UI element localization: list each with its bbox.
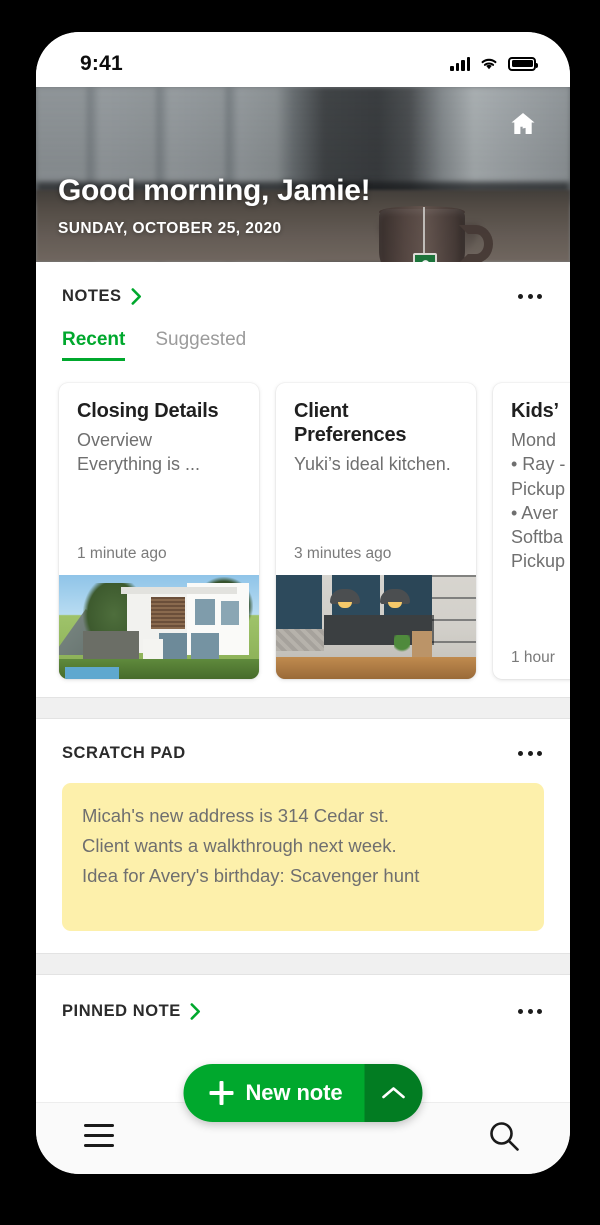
section-divider	[36, 953, 570, 975]
note-card-body: Client Preferences Yuki’s ideal kitchen.	[276, 383, 476, 545]
note-card-snippet: Mond • Ray - Pickup • Aver Softba Pickup	[511, 430, 566, 572]
tab-recent[interactable]: Recent	[62, 329, 126, 361]
search-icon[interactable]	[486, 1118, 522, 1154]
notes-section-title: NOTES	[62, 287, 122, 305]
note-card-timestamp: 1 hour	[511, 649, 555, 666]
scratch-pad-line: Micah's new address is 314 Cedar st.	[82, 805, 389, 826]
note-card-thumbnail-kitchen	[276, 575, 476, 679]
notes-section: NOTES Recent Suggested Closing Details O…	[36, 262, 570, 697]
tab-suggested[interactable]: Suggested	[155, 329, 246, 361]
new-note-label: New note	[245, 1080, 343, 1105]
scratch-pad-header: SCRATCH PAD	[36, 743, 570, 764]
note-card-body: Kids’ Mond • Ray - Pickup • Aver Softba …	[493, 383, 570, 649]
chevron-up-icon	[382, 1087, 405, 1099]
notes-card-scroller[interactable]: Closing Details Overview Everything is .…	[36, 361, 570, 697]
status-bar-time: 9:41	[80, 51, 123, 75]
note-card[interactable]: Closing Details Overview Everything is .…	[59, 383, 259, 679]
notes-more-options-icon[interactable]	[516, 286, 544, 307]
cellular-signal-icon	[450, 56, 470, 71]
new-note-button[interactable]: New note	[183, 1064, 365, 1122]
note-card-title: Client Preferences	[294, 400, 407, 446]
chevron-right-icon	[190, 1003, 200, 1020]
wifi-icon	[481, 58, 497, 70]
pinned-note-section: PINNED NOTE	[36, 975, 570, 1053]
phone-screen: 9:41 Good morning, Jamie! SUNDAY, OCTOBE…	[36, 32, 570, 1174]
note-card[interactable]: Kids’ Mond • Ray - Pickup • Aver Softba …	[493, 383, 570, 679]
new-note-expand-button[interactable]	[364, 1064, 423, 1122]
notes-section-header: NOTES	[36, 286, 570, 307]
scratch-pad-line: Client wants a walkthrough next week.	[82, 834, 397, 856]
hamburger-menu-icon[interactable]	[84, 1118, 114, 1153]
note-card-snippet: Yuki’s ideal kitchen.	[294, 454, 451, 474]
note-card-body: Closing Details Overview Everything is .…	[59, 383, 259, 545]
note-card-title: Kids’	[511, 400, 559, 422]
notes-tabs: Recent Suggested	[36, 307, 570, 361]
scratch-pad-more-options-icon[interactable]	[516, 743, 544, 764]
note-card-timestamp: 3 minutes ago	[294, 545, 392, 562]
home-edit-icon[interactable]	[506, 107, 540, 141]
chevron-right-icon	[131, 288, 141, 305]
scratch-pad-line: Idea for Avery's birthday: Scavenger hun…	[82, 864, 420, 886]
note-card-title: Closing Details	[77, 400, 219, 422]
scratch-pad-note[interactable]: Micah's new address is 314 Cedar st. Cli…	[62, 783, 544, 931]
pinned-note-more-options-icon[interactable]	[516, 1001, 544, 1022]
hero-date: SUNDAY, OCTOBER 25, 2020	[58, 220, 282, 237]
note-card-snippet: Overview Everything is ...	[77, 430, 201, 475]
status-bar: 9:41	[36, 32, 570, 87]
note-card-timestamp: 1 minute ago	[77, 545, 167, 562]
scratch-pad-title: SCRATCH PAD	[62, 744, 186, 762]
plus-icon	[209, 1081, 234, 1105]
pinned-note-title: PINNED NOTE	[62, 1002, 181, 1020]
greeting-title: Good morning, Jamie!	[58, 174, 371, 207]
note-card-thumbnail-house	[59, 575, 259, 679]
notes-title-link[interactable]: NOTES	[62, 287, 142, 306]
battery-full-icon	[508, 56, 538, 71]
hero-text-block: Good morning, Jamie! SUNDAY, OCTOBER 25,…	[58, 174, 371, 238]
pinned-note-title-link[interactable]: PINNED NOTE	[62, 1002, 201, 1021]
status-bar-icons	[450, 56, 538, 71]
new-note-fab[interactable]: New note	[183, 1064, 423, 1122]
note-card[interactable]: Client Preferences Yuki’s ideal kitchen.…	[276, 383, 476, 679]
section-divider	[36, 697, 570, 719]
scratch-pad-section: SCRATCH PAD Micah's new address is 314 C…	[36, 719, 570, 953]
hero-header: Good morning, Jamie! SUNDAY, OCTOBER 25,…	[36, 87, 570, 262]
phone-frame: 9:41 Good morning, Jamie! SUNDAY, OCTOBE…	[33, 28, 573, 1178]
pinned-note-header: PINNED NOTE	[36, 1001, 570, 1022]
